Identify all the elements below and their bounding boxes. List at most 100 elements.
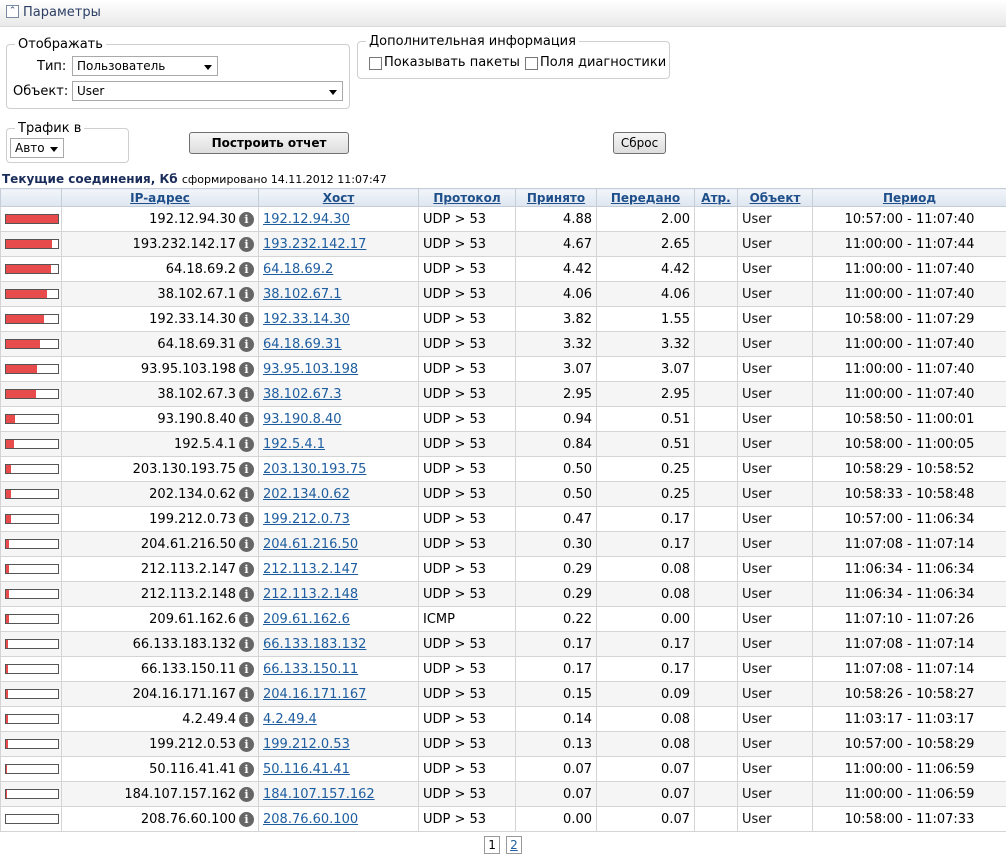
col-object[interactable]: Объект [737, 188, 813, 207]
host-link[interactable]: 202.134.0.62 [263, 487, 350, 502]
info-icon[interactable]: i [239, 311, 254, 327]
type-select[interactable]: Пользователь [72, 56, 218, 76]
show-packets-checkbox[interactable] [369, 57, 382, 70]
host-link[interactable]: 66.133.183.132 [263, 637, 366, 652]
protocol-cell: UDP > 53 [418, 406, 516, 432]
show-packets-label[interactable]: Показывать пакеты [384, 55, 520, 70]
host-cell: 192.5.4.1 [258, 431, 419, 457]
info-icon[interactable]: i [239, 811, 254, 827]
protocol-cell: UDP > 53 [418, 381, 516, 407]
info-icon[interactable]: i [239, 336, 254, 352]
host-link[interactable]: 38.102.67.3 [263, 387, 342, 402]
info-icon[interactable]: i [239, 636, 254, 652]
table-row: 212.113.2.147 i 212.113.2.147 UDP > 53 0.29 0… [0, 556, 1006, 582]
period-cell: 11:03:17 - 11:03:17 [812, 706, 1006, 732]
host-link[interactable]: 184.107.157.162 [263, 787, 375, 802]
info-icon[interactable]: i [239, 711, 254, 727]
info-icon[interactable]: i [239, 736, 254, 752]
col-bar [0, 188, 62, 207]
host-link[interactable]: 50.116.41.41 [263, 762, 350, 777]
traffic-bar [5, 339, 59, 349]
col-sent[interactable]: Передано [596, 188, 695, 207]
page-link[interactable]: 2 [506, 836, 522, 854]
host-link[interactable]: 204.16.171.167 [263, 687, 366, 702]
info-icon[interactable]: i [239, 561, 254, 577]
diag-fields-label[interactable]: Поля диагностики [540, 55, 666, 70]
host-link[interactable]: 209.61.162.6 [263, 612, 350, 627]
period-cell: 11:00:00 - 11:07:40 [812, 256, 1006, 282]
host-link[interactable]: 93.95.103.198 [263, 362, 358, 377]
table-row: 192.12.94.30 i 192.12.94.30 UDP > 53 4.88 2.0… [0, 206, 1006, 232]
info-icon[interactable]: i [239, 461, 254, 477]
info-icon[interactable]: i [239, 786, 254, 802]
ip-text: 209.61.162.6 [149, 611, 236, 627]
build-report-button[interactable]: Построить отчет [189, 132, 349, 154]
params-title[interactable]: Параметры [23, 5, 101, 20]
host-link[interactable]: 203.130.193.75 [263, 462, 366, 477]
traffic-bar-fill [6, 790, 7, 798]
host-link[interactable]: 212.113.2.148 [263, 587, 358, 602]
info-icon[interactable]: i [239, 686, 254, 702]
traffic-bar-fill [6, 615, 9, 623]
host-link[interactable]: 208.76.60.100 [263, 812, 358, 827]
traffic-bar-cell [0, 381, 62, 407]
info-icon[interactable]: i [239, 661, 254, 677]
info-icon[interactable]: i [239, 611, 254, 627]
host-link[interactable]: 4.2.49.4 [263, 712, 317, 727]
info-icon[interactable]: i [239, 236, 254, 252]
host-link[interactable]: 212.113.2.147 [263, 562, 358, 577]
table-row: 93.95.103.198 i 93.95.103.198 UDP > 53 3.07 3… [0, 356, 1006, 382]
diag-fields-checkbox[interactable] [525, 57, 538, 70]
col-host[interactable]: Хост [258, 188, 419, 207]
info-icon[interactable]: i [239, 286, 254, 302]
info-icon[interactable]: i [239, 411, 254, 427]
period-cell: 10:58:00 - 11:00:05 [812, 431, 1006, 457]
info-icon[interactable]: i [239, 436, 254, 452]
sent-cell: 0.08 [596, 556, 695, 582]
ip-cell: 209.61.162.6 i [61, 606, 259, 632]
host-link[interactable]: 66.133.150.11 [263, 662, 358, 677]
info-icon[interactable]: i [239, 586, 254, 602]
info-icon[interactable]: i [239, 536, 254, 552]
info-icon[interactable]: i [239, 261, 254, 277]
traffic-bar [5, 614, 59, 624]
collapse-icon[interactable]: ⌃ [6, 5, 19, 18]
reset-button[interactable]: Сброс [613, 132, 666, 154]
sent-cell: 0.17 [596, 631, 695, 657]
info-icon[interactable]: i [239, 486, 254, 502]
info-icon[interactable]: i [239, 211, 254, 227]
col-attr[interactable]: Атр. [694, 188, 738, 207]
info-icon[interactable]: i [239, 361, 254, 377]
traffic-bar [5, 289, 59, 299]
traffic-bar-fill [6, 640, 9, 648]
host-link[interactable]: 192.33.14.30 [263, 312, 350, 327]
protocol-cell: UDP > 53 [418, 806, 516, 832]
host-link[interactable]: 192.12.94.30 [263, 212, 350, 227]
host-link[interactable]: 64.18.69.31 [263, 337, 342, 352]
host-link[interactable]: 64.18.69.2 [263, 262, 333, 277]
traffic-bar-cell [0, 531, 62, 557]
host-link[interactable]: 38.102.67.1 [263, 287, 342, 302]
col-ip[interactable]: IP-адрес [61, 188, 259, 207]
ip-cell: 192.12.94.30 i [61, 206, 259, 232]
col-protocol[interactable]: Протокол [418, 188, 516, 207]
col-period[interactable]: Период [812, 188, 1006, 207]
host-link[interactable]: 193.232.142.17 [263, 237, 366, 252]
info-icon[interactable]: i [239, 761, 254, 777]
host-link[interactable]: 204.61.216.50 [263, 537, 358, 552]
host-cell: 193.232.142.17 [258, 231, 419, 257]
host-link[interactable]: 199.212.0.73 [263, 512, 350, 527]
sent-cell: 4.06 [596, 281, 695, 307]
table-row: 184.107.157.162 i 184.107.157.162 UDP > 53 0… [0, 781, 1006, 807]
host-cell: 204.61.216.50 [258, 531, 419, 557]
table-row: 209.61.162.6 i 209.61.162.6 ICMP 0.22 0.00 Use… [0, 606, 1006, 632]
host-link[interactable]: 199.212.0.53 [263, 737, 350, 752]
host-link[interactable]: 192.5.4.1 [263, 437, 325, 452]
col-received[interactable]: Принято [515, 188, 597, 207]
traffic-select[interactable]: Авто [10, 138, 64, 158]
object-select[interactable]: User [72, 81, 343, 101]
info-icon[interactable]: i [239, 511, 254, 527]
traffic-bar-fill [6, 340, 40, 348]
host-link[interactable]: 93.190.8.40 [263, 412, 342, 427]
info-icon[interactable]: i [239, 386, 254, 402]
